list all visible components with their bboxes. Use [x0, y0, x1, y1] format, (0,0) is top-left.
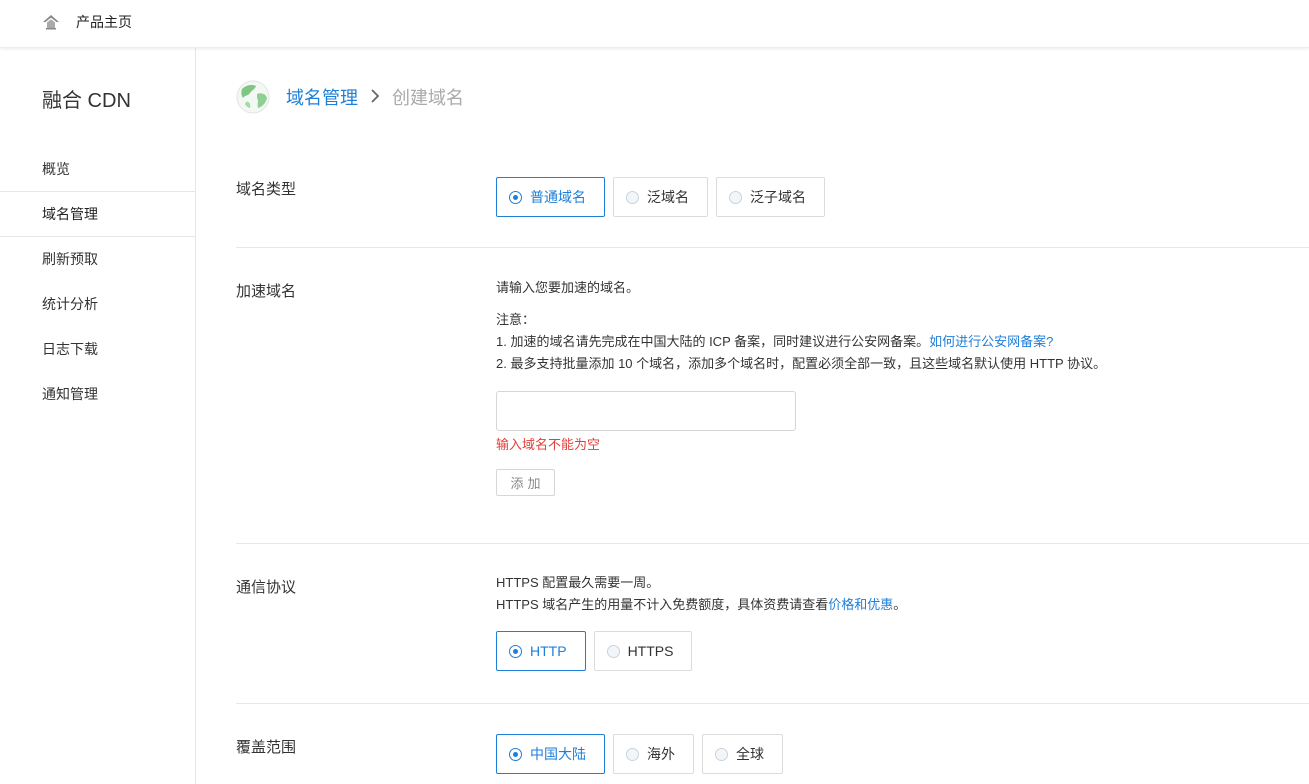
radio-wildcard-subdomain[interactable]: 泛子域名	[716, 177, 825, 217]
product-home-link[interactable]: 产品主页	[42, 10, 132, 34]
radio-dot-icon	[729, 190, 742, 204]
section-coverage: 覆盖范围 中国大陆 海外 全球	[236, 704, 1309, 784]
main-content: 域名管理 创建域名 域名类型 普通域名 泛域名 泛子域名 加速域名 请输入您要加…	[196, 48, 1309, 784]
sidebar-item-label: 统计分析	[42, 296, 98, 312]
note-title: 注意：	[496, 312, 536, 327]
section-protocol: 通信协议 HTTPS 配置最久需要一周。 HTTPS 域名产生的用量不计入免费额…	[236, 544, 1309, 704]
radio-label: 泛子域名	[750, 189, 806, 205]
section-accel-domain: 加速域名 请输入您要加速的域名。 注意： 1. 加速的域名请先完成在中国大陆的 …	[236, 248, 1309, 544]
radio-global[interactable]: 全球	[702, 734, 783, 774]
radio-label: 普通域名	[530, 189, 586, 205]
sidebar-item-label: 概览	[42, 161, 70, 177]
radio-https[interactable]: HTTPS	[593, 631, 693, 671]
domain-input[interactable]	[496, 391, 796, 431]
radio-dot-icon	[626, 190, 639, 204]
radio-label: 海外	[647, 746, 675, 762]
sidebar-item-label: 日志下载	[42, 341, 98, 357]
radio-label: 泛域名	[647, 189, 689, 205]
radio-label: 全球	[736, 746, 764, 762]
sidebar-title: 融合 CDN	[42, 90, 131, 112]
radio-dot-icon	[626, 747, 639, 761]
sidebar-item-statistics[interactable]: 统计分析	[0, 282, 196, 327]
protocol-line-1: HTTPS 配置最久需要一周。	[496, 575, 660, 590]
pricing-link[interactable]: 价格和优惠	[828, 597, 893, 612]
coverage-radio-group: 中国大陆 海外 全球	[496, 734, 791, 774]
sidebar-item-domain-management[interactable]: 域名管理	[0, 192, 196, 237]
sidebar-nav: 概览 域名管理 刷新预取 统计分析 日志下载 通知管理	[0, 147, 196, 417]
domain-type-label: 域名类型	[236, 181, 297, 198]
sidebar-item-log-download[interactable]: 日志下载	[0, 327, 196, 372]
coverage-label: 覆盖范围	[236, 739, 297, 756]
breadcrumb-current: 创建域名	[392, 88, 464, 108]
radio-dot-icon	[509, 190, 522, 204]
radio-dot-icon	[715, 747, 728, 761]
accel-domain-label: 加速域名	[236, 283, 297, 300]
radio-normal-domain[interactable]: 普通域名	[496, 177, 605, 217]
section-domain-type: 域名类型 普通域名 泛域名 泛子域名	[236, 168, 1309, 248]
radio-label: HTTPS	[627, 643, 674, 659]
note-line-2: 2. 最多支持批量添加 10 个域名，添加多个域名时，配置必须全部一致，且这些域…	[496, 356, 1107, 371]
protocol-radio-group: HTTP HTTPS	[496, 631, 906, 671]
breadcrumb: 域名管理 创建域名	[236, 79, 464, 115]
sidebar-item-overview[interactable]: 概览	[0, 147, 196, 192]
domain-error-message: 输入域名不能为空	[496, 437, 601, 452]
protocol-line-2-end: 。	[893, 597, 907, 612]
note-line-1: 1. 加速的域名请先完成在中国大陆的 ICP 备案，同时建议进行公安网备案。如何…	[496, 331, 1106, 353]
protocol-line-2-text: HTTPS 域名产生的用量不计入免费额度，具体资费请查看	[496, 597, 829, 612]
radio-wildcard-domain[interactable]: 泛域名	[613, 177, 708, 217]
sidebar-item-notification[interactable]: 通知管理	[0, 372, 196, 417]
accel-domain-intro: 请输入您要加速的域名。	[496, 280, 640, 295]
domain-type-radio-group: 普通域名 泛域名 泛子域名	[496, 177, 833, 217]
sidebar-item-label: 刷新预取	[42, 251, 98, 267]
sidebar: 融合 CDN 概览 域名管理 刷新预取 统计分析 日志下载 通知管理	[0, 48, 196, 784]
radio-http[interactable]: HTTP	[496, 631, 586, 671]
protocol-line-2: HTTPS 域名产生的用量不计入免费额度，具体资费请查看价格和优惠。	[496, 594, 906, 616]
radio-dot-icon	[509, 747, 522, 761]
radio-overseas[interactable]: 海外	[613, 734, 694, 774]
accel-domain-body: 请输入您要加速的域名。 注意： 1. 加速的域名请先完成在中国大陆的 ICP 备…	[496, 277, 1106, 496]
radio-mainland-china[interactable]: 中国大陆	[496, 734, 605, 774]
sidebar-item-label: 通知管理	[42, 386, 98, 402]
top-bar: 产品主页	[0, 0, 1309, 48]
sidebar-item-refresh-prefetch[interactable]: 刷新预取	[0, 237, 196, 282]
radio-dot-icon	[509, 644, 522, 658]
breadcrumb-domain-management[interactable]: 域名管理	[286, 84, 358, 110]
radio-label: HTTP	[530, 643, 567, 659]
note-line-1-text: 1. 加速的域名请先完成在中国大陆的 ICP 备案，同时建议进行公安网备案。	[496, 334, 930, 349]
add-domain-button[interactable]: 添加	[496, 469, 555, 496]
sidebar-item-label: 域名管理	[42, 206, 98, 222]
home-label: 产品主页	[76, 14, 132, 30]
radio-dot-icon	[606, 644, 620, 658]
protocol-body: HTTPS 配置最久需要一周。 HTTPS 域名产生的用量不计入免费额度，具体资…	[496, 572, 906, 671]
globe-icon	[236, 80, 270, 114]
protocol-label: 通信协议	[236, 579, 297, 596]
public-security-filing-link[interactable]: 如何进行公安网备案?	[929, 334, 1053, 349]
radio-label: 中国大陆	[530, 746, 586, 762]
home-icon	[43, 15, 59, 30]
chevron-right-icon	[370, 87, 380, 108]
